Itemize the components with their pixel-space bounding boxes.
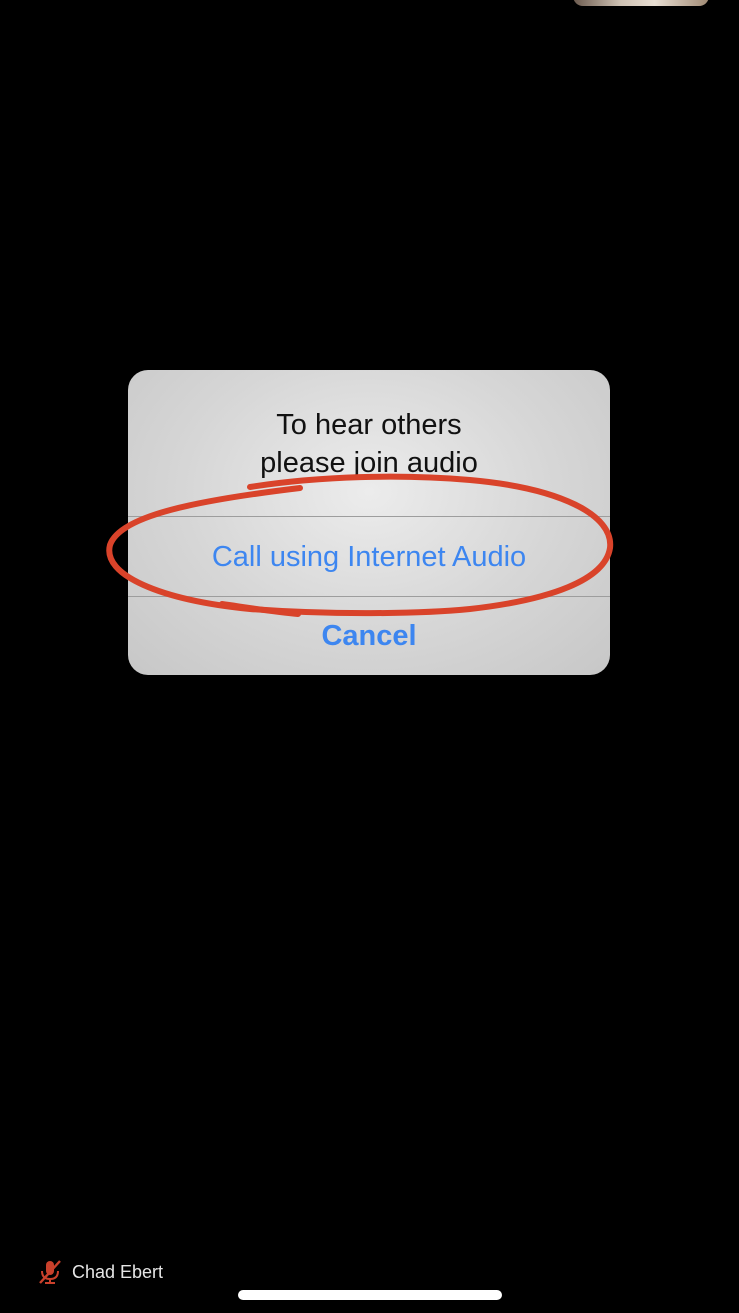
participant-label: Chad Ebert	[36, 1258, 163, 1286]
video-thumbnail[interactable]	[573, 0, 709, 6]
alert-title: To hear others please join audio	[260, 409, 478, 479]
call-internet-audio-button[interactable]: Call using Internet Audio	[128, 517, 610, 597]
cancel-button[interactable]: Cancel	[128, 597, 610, 675]
home-indicator[interactable]	[238, 1290, 502, 1300]
mic-muted-icon	[39, 1260, 61, 1284]
participant-name: Chad Ebert	[72, 1261, 164, 1282]
meeting-screen: To hear others please join audio Call us…	[0, 0, 739, 1313]
join-audio-alert: To hear others please join audio Call us…	[128, 370, 610, 675]
